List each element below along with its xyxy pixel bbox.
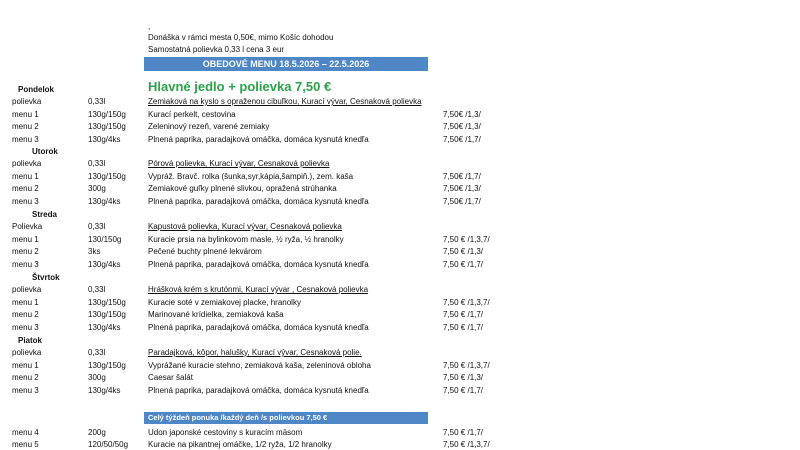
row-description: Hrášková krém s krutónmi, Kurací vývar ,… [148,285,369,294]
row-description: Zemiaková na kyslo s opraženou cibuľkou,… [148,97,422,106]
day-heading: Streda [32,210,57,219]
row-price: 7,50 € /1,3,7/ [443,297,490,307]
row-price: 7,50€ /1,7/ [443,171,481,181]
row-label: Polievka [12,222,43,231]
row-quantity: 0,33l [88,285,106,294]
row-quantity: 0,33l [88,97,106,106]
day-heading: Utorok [32,147,58,156]
row-price: 7,50 € /1,7/ [443,322,484,332]
row-description: Kurací perkelt, cestovina [148,109,236,119]
row-quantity: 0,33l [88,222,106,231]
row-price: 7,50€ /1,7/ [443,196,481,206]
row-quantity: 130g/4ks [88,259,121,269]
header-mark: , [148,22,151,31]
row-quantity: 130g/4ks [88,385,121,395]
row-price: 7,50 € /1,7/ [443,259,484,269]
row-quantity: 300g [88,184,106,193]
row-quantity: 3ks [88,247,101,256]
row-quantity: 130g/150g [88,297,126,307]
row-price: 7,50 € /1,7/ [443,428,484,437]
row-description: Zemiakové guľky plnené slivkou, opražená… [148,184,337,193]
row-description: Udon japonské cestoviny s kuracím mäsom [148,428,303,437]
row-price: 7,50 € /1,7/ [443,310,484,319]
menu-date-banner: OBEDOVÉ MENU 18.5.2026 – 22.5.2026 [144,57,428,71]
row-label: menu 1 [12,109,39,119]
row-quantity: 0,33l [88,159,106,168]
row-price: 7,50€ /1,3/ [443,184,481,193]
row-label: menu 3 [12,322,39,332]
day-heading: Štvrtok [32,273,60,282]
row-description: Paradajková, kôpor, halušky, Kurací výva… [148,348,362,357]
row-quantity: 130g/150g [88,360,126,370]
row-label: menu 5 [12,440,39,449]
row-description: Kuracie na pikantnej omáčke, 1/2 ryža, 1… [148,440,332,449]
row-quantity: 130g/150g [88,171,126,181]
day-heading: Piatok [18,336,43,345]
row-price: 7,50 € /1,3,7/ [443,360,490,370]
row-quantity: 130g/4ks [88,322,121,332]
row-quantity: 130g/4ks [88,196,121,206]
row-label: polievka [12,159,42,168]
row-quantity: 120/50/50g [88,440,129,449]
row-label: menu 1 [12,234,39,244]
delivery-note: Donáška v rámci mesta 0,50€, mimo Košíc … [148,33,334,42]
row-description: Kuracie prsia na bylinkovom masle, ½ ryž… [148,234,344,244]
row-label: polievka [12,348,42,357]
main-title: Hlavné jedlo + polievka 7,50 € [148,79,332,94]
row-description: Plnená paprika, paradajková omáčka, domá… [148,322,369,332]
row-label: menu 1 [12,360,39,370]
row-quantity: 130g/150g [88,310,126,319]
row-description: Kuracie soté v zemiakovej placke, hranol… [148,297,301,307]
row-description: Plnená paprika, paradajková omáčka, domá… [148,134,369,144]
row-quantity: 200g [88,428,106,437]
row-quantity: 130/150g [88,234,122,244]
row-description: Plnená paprika, paradajková omáčka, domá… [148,259,369,269]
day-heading: Pondelok [18,85,55,94]
row-description: Plnená paprika, paradajková omáčka, domá… [148,385,369,395]
row-label: menu 2 [12,247,39,256]
row-description: Plnená paprika, paradajková omáčka, domá… [148,196,369,206]
row-price: 7,50 € /1,3,7/ [443,440,490,449]
row-price: 7,50€ /1,3/ [443,109,481,119]
row-quantity: 130g/150g [88,122,126,131]
row-description: Vyprážané kuracie stehno, zemiaková kaša… [148,360,371,370]
row-label: menu 2 [12,184,39,193]
row-price: 7,50 € /1,3,7/ [443,234,490,244]
row-quantity: 130g/4ks [88,134,121,144]
row-label: menu 2 [12,310,39,319]
row-price: 7,50€ /1,3/ [443,122,481,131]
soup-note: Samostatná polievka 0,33 l cena 3 eur [148,45,285,54]
row-label: menu 4 [12,428,39,437]
row-label: polievka [12,285,42,294]
row-price: 7,50 € /1,3/ [443,373,484,382]
row-label: menu 2 [12,373,39,382]
row-label: menu 3 [12,196,39,206]
row-label: menu 3 [12,134,39,144]
row-description: Pórová polievka, Kurací vývar, Cesnaková… [148,159,330,168]
row-description: Marinované krídielka, zemiaková kaša [148,310,284,319]
row-label: polievka [12,97,42,106]
row-label: menu 3 [12,385,39,395]
row-price: 7,50 € /1,7/ [443,385,484,395]
row-label: menu 2 [12,122,39,131]
row-price: 7,50€ /1,7/ [443,134,481,144]
row-description: Zeleninový rezeň, varené zemiaky [148,122,270,131]
week-offer-banner: Celý týždeň ponuka /každý deň /s polievk… [144,412,428,424]
row-label: menu 1 [12,297,39,307]
row-description: Caesar šalát [148,373,193,382]
row-quantity: 0,33l [88,348,106,357]
row-label: menu 1 [12,171,39,181]
row-quantity: 300g [88,373,106,382]
row-description: Pečené buchty plnené lekvárom [148,247,262,256]
row-description: Kapustová polievka, Kurací vývar, Cesnak… [148,222,342,231]
row-quantity: 130g/150g [88,109,126,119]
row-price: 7,50 € /1,3/ [443,247,484,256]
row-label: menu 3 [12,259,39,269]
row-description: Vypráž. Bravč. rolka (šunka,syr,kápia,ša… [148,171,354,181]
